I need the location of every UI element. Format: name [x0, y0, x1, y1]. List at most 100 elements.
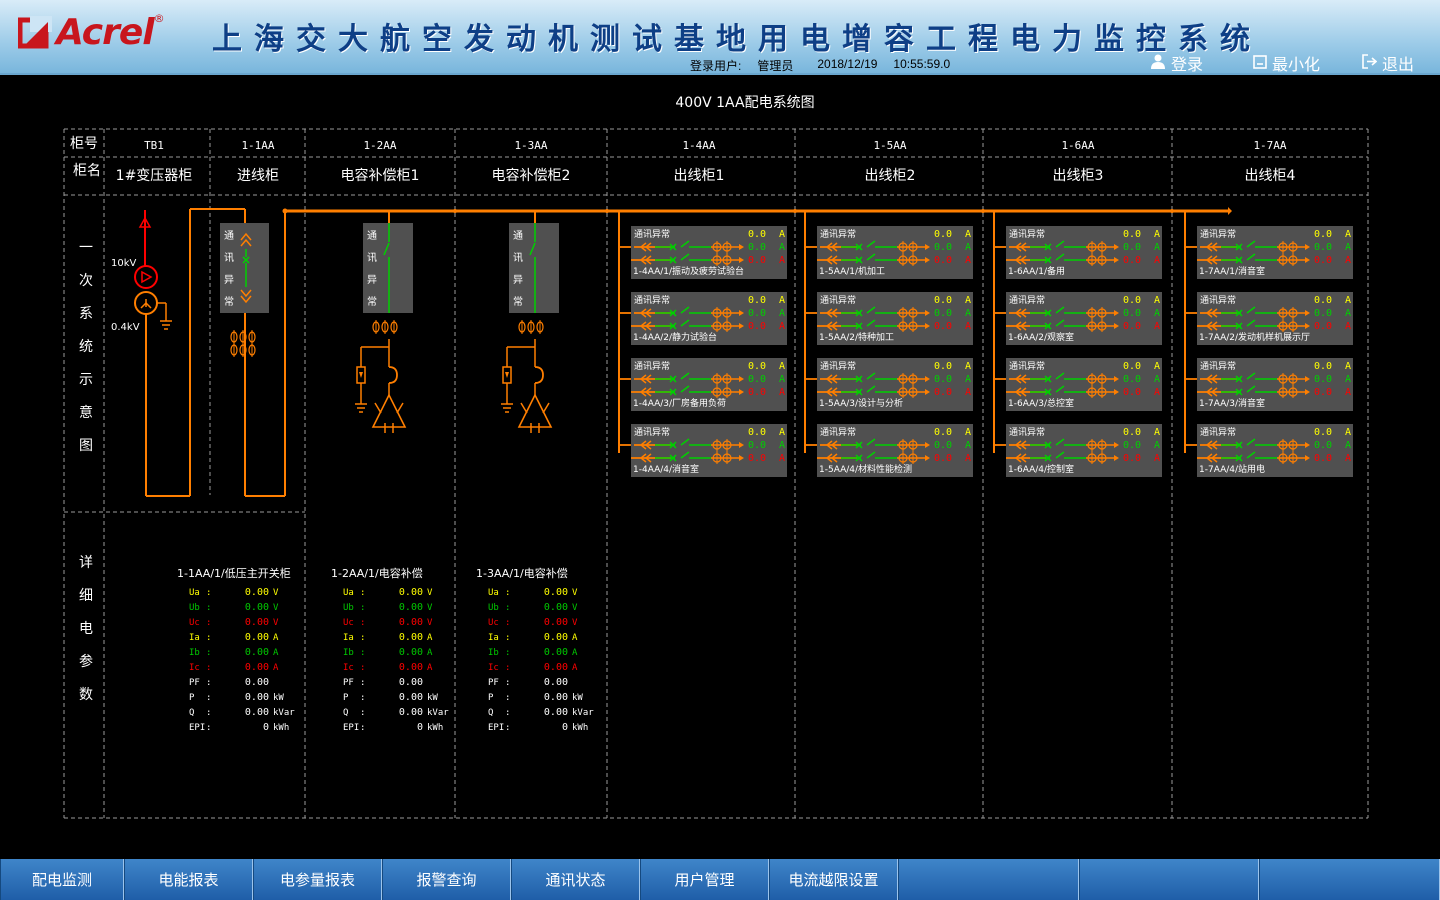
param-unit: A [572, 663, 578, 673]
transformer-hv-coil-icon [134, 265, 158, 289]
param-separator: : [206, 603, 211, 613]
tab-user-management[interactable]: 用户管理 [640, 859, 769, 900]
reactor-icon [534, 366, 544, 384]
feeder-status: 通讯异常 [1009, 426, 1045, 438]
cabinet-no-2: 1-2AA [363, 139, 396, 152]
feeder-current-value: 0.0 [748, 453, 766, 464]
param-value: 0.00 [399, 617, 423, 628]
feeder-current-unit: A [1154, 387, 1160, 398]
feeder-current-value: 0.0 [934, 387, 952, 398]
param-separator: : [360, 678, 365, 688]
feeder-current-unit: A [1154, 295, 1160, 306]
tab-alarm-query[interactable]: 报警查询 [382, 859, 511, 900]
param-value: 0.00 [399, 707, 423, 718]
feeder-current-value: 0.0 [1123, 374, 1141, 385]
feeder-current-unit: A [1345, 229, 1351, 240]
feeder-current-value: 0.0 [1314, 374, 1332, 385]
feeder-current-unit: A [965, 295, 971, 306]
feeder-current-value: 0.0 [1314, 242, 1332, 253]
feeder-name: 1-4AA/4/消音室 [633, 463, 699, 475]
feeder-status: 通讯异常 [1200, 360, 1236, 372]
feeder-panel: 通讯异常 0.0 A 0.0 A 0.0 A 1-6AA/1/备用 [1006, 226, 1162, 279]
param-unit: V [427, 618, 433, 628]
feeder-current-unit: A [779, 453, 785, 464]
nav-empty-slot [898, 859, 1079, 900]
param-label: Q [189, 708, 194, 718]
bus-node [1170, 209, 1174, 213]
param-value: 0.00 [399, 647, 423, 658]
feeder-current-unit: A [1154, 242, 1160, 253]
param-label: P [189, 693, 195, 703]
tab-overcurrent-settings[interactable]: 电流越限设置 [769, 859, 898, 900]
tab-energy-report[interactable]: 电能报表 [124, 859, 253, 900]
feeder-current-value: 0.0 [1123, 295, 1141, 306]
param-label: Ua [189, 588, 200, 598]
feeder-status: 通讯异常 [820, 228, 856, 240]
minimize-button[interactable]: 最小化 [1253, 53, 1321, 74]
param-unit: A [273, 633, 279, 643]
tab-parameter-report[interactable]: 电参量报表 [253, 859, 382, 900]
detail-params-label: 细 [79, 588, 93, 604]
feeder-current-value: 0.0 [748, 295, 766, 306]
feeder-current-unit: A [1154, 374, 1160, 385]
param-unit: V [572, 588, 578, 598]
transformer-cabinet: 10kV 0.4kV [111, 208, 233, 497]
param-value: 0.00 [399, 632, 423, 643]
detail-title-1: 1-2AA/1/电容补偿 [331, 566, 423, 580]
param-value: 0.00 [245, 707, 269, 718]
feeder-current-unit: A [1345, 440, 1351, 451]
param-separator: : [360, 693, 365, 703]
feeder-status: 通讯异常 [820, 426, 856, 438]
primary-diagram-label: 次 [79, 273, 93, 289]
feeder-name: 1-4AA/3/厂房备用负荷 [633, 397, 726, 409]
feeder-status: 通讯异常 [1200, 294, 1236, 306]
param-separator: : [206, 588, 211, 598]
param-label: Ia [189, 633, 200, 643]
system-title: 上海交大航空发动机测试基地用电增容工程电力监控系统 [212, 22, 1262, 57]
cabinet-no-header: 柜号 [70, 136, 98, 152]
param-label: Ua [343, 588, 354, 598]
tab-distribution-monitor[interactable]: 配电监测 [0, 859, 124, 900]
param-separator: : [206, 693, 211, 703]
reactor-icon [388, 366, 398, 384]
feeder-current-unit: A [1154, 453, 1160, 464]
feeder-current-value: 0.0 [1123, 387, 1141, 398]
feeder-current-value: 0.0 [1314, 387, 1332, 398]
cabinet-name-2: 电容补偿柜1 [341, 167, 420, 184]
feeder-status: 通讯异常 [1009, 294, 1045, 306]
transformer-hv-label: 10kV [111, 258, 137, 269]
bus-node [282, 208, 288, 214]
primary-diagram-label: 图 [79, 438, 93, 454]
feeder-current-value: 0.0 [934, 427, 952, 438]
feeder-current-value: 0.0 [1314, 440, 1332, 451]
feeder-name: 1-6AA/3/总控室 [1008, 397, 1074, 409]
param-unit: V [427, 588, 433, 598]
feeder-current-value: 0.0 [934, 440, 952, 451]
feeder-current-value: 0.0 [934, 308, 952, 319]
param-value: 0.00 [245, 692, 269, 703]
feeder-name: 1-6AA/1/备用 [1008, 265, 1065, 277]
param-unit: kVar [572, 708, 594, 718]
param-separator: : [360, 618, 365, 628]
exit-button[interactable]: 退出 [1362, 53, 1414, 74]
login-button[interactable]: 登录 [1150, 53, 1203, 74]
login-label: 登录用户: [690, 59, 742, 73]
param-separator: : [206, 648, 211, 658]
feeder-current-value: 0.0 [1123, 453, 1141, 464]
feeder-current-unit: A [779, 255, 785, 266]
capacitor-plate [542, 402, 550, 414]
cabinet-name-1: 进线柜 [237, 168, 279, 184]
feeder-current-unit: A [1345, 374, 1351, 385]
param-separator: : [505, 618, 510, 628]
arrow-icon [359, 372, 363, 378]
param-value: 0.00 [245, 677, 269, 688]
minimize-button-label: 最小化 [1272, 55, 1321, 74]
param-value: 0.00 [544, 587, 568, 598]
tab-comm-status[interactable]: 通讯状态 [511, 859, 640, 900]
cap1-status-status-char: 异 [367, 274, 377, 286]
param-label: Ub [488, 603, 499, 613]
incoming-status-status-char: 常 [224, 295, 234, 308]
param-separator: : [360, 708, 365, 718]
feeder-name: 1-7AA/1/消音室 [1199, 265, 1265, 277]
param-label: Ia [488, 633, 499, 643]
